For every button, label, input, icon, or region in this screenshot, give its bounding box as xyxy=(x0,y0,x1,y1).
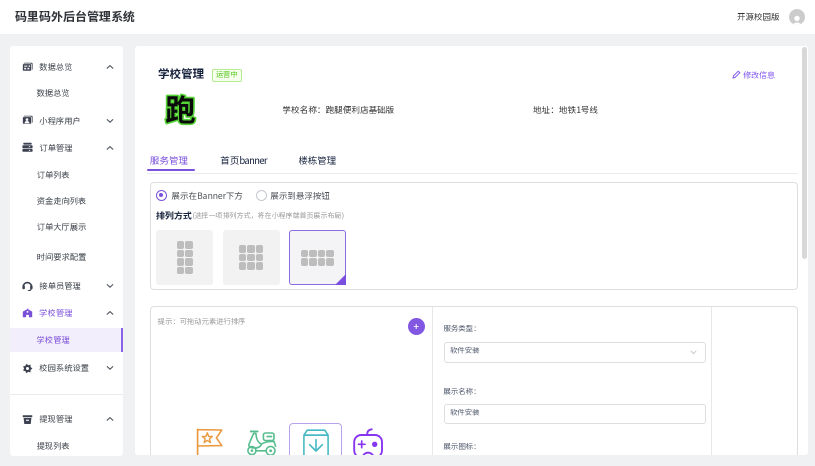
svg-text:跑: 跑 xyxy=(165,93,196,127)
